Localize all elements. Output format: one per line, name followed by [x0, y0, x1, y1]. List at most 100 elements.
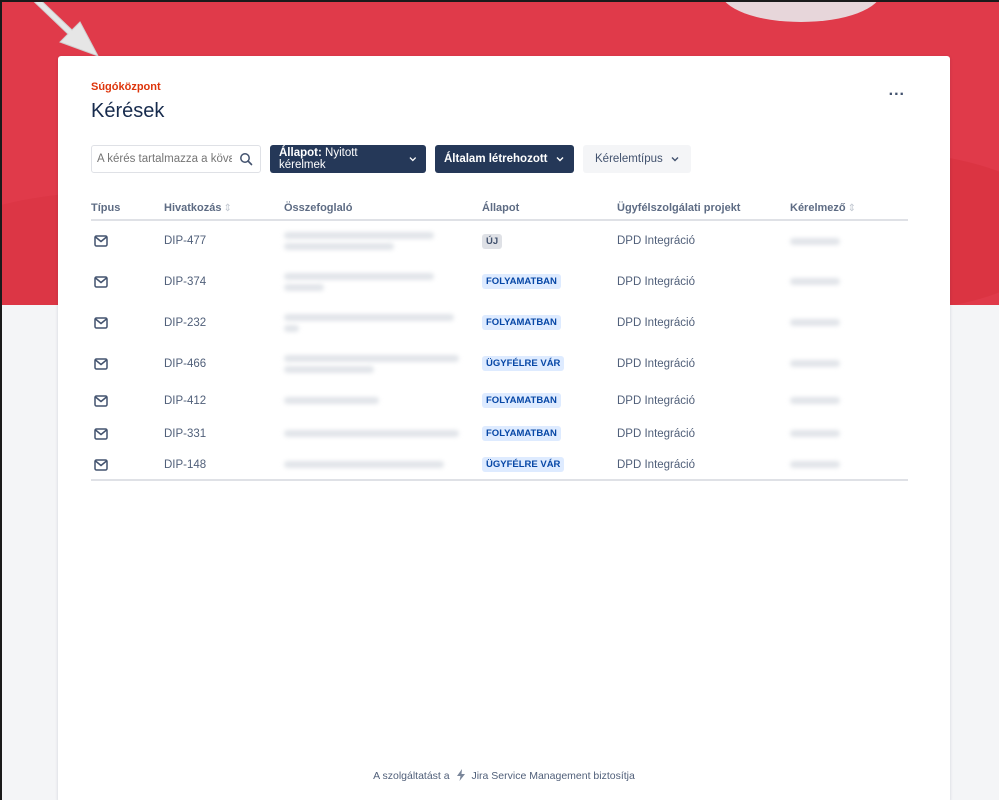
status-cell: ÚJ: [482, 220, 617, 261]
requester-cell: [790, 450, 908, 481]
redacted-text: [284, 354, 459, 362]
redacted-text: [790, 461, 840, 468]
requester-cell: [790, 302, 908, 343]
project-cell: DPD Integráció: [617, 427, 695, 440]
redacted-text: [284, 461, 444, 468]
page-title: Kérések: [91, 100, 165, 122]
status-filter-button[interactable]: Állapot: Nyitott kérelmek: [270, 145, 426, 173]
more-icon[interactable]: ...: [889, 82, 905, 100]
summary-cell[interactable]: [284, 450, 482, 481]
redacted-text: [790, 430, 840, 437]
table-row[interactable]: DIP-412 FOLYAMATBAN DPD Integráció: [91, 384, 908, 417]
sort-icon: ⇕: [223, 202, 232, 214]
requester-cell: [790, 417, 908, 450]
redacted-text: [790, 397, 840, 404]
status-filter-label: Állapot: Nyitott kérelmek: [279, 147, 401, 171]
app-window: Súgóközpont Kérések ... Állapot: Nyitott…: [0, 0, 999, 800]
status-cell: FOLYAMATBAN: [482, 302, 617, 343]
column-header-requester[interactable]: Kérelmező ⇕: [790, 196, 908, 221]
column-header-requester-label: Kérelmező: [790, 201, 846, 214]
summary-cell[interactable]: [284, 302, 482, 343]
status-cell: FOLYAMATBAN: [482, 417, 617, 450]
status-cell: ÜGYFÉLRE VÁR: [482, 343, 617, 384]
requests-card: Súgóközpont Kérések ... Állapot: Nyitott…: [58, 56, 950, 800]
summary-cell[interactable]: [284, 417, 482, 450]
banner-decoration: [721, 2, 881, 22]
redacted-text: [790, 360, 840, 367]
status-badge: FOLYAMATBAN: [482, 426, 561, 441]
status-badge: FOLYAMATBAN: [482, 315, 561, 330]
status-badge: ÜGYFÉLRE VÁR: [482, 457, 565, 472]
table-row[interactable]: DIP-477 ÚJ DPD Integráció: [91, 220, 908, 261]
status-filter-prefix: Állapot:: [279, 147, 322, 159]
table-row[interactable]: DIP-148 ÜGYFÉLRE VÁR DPD Integráció: [91, 450, 908, 481]
mail-icon: [94, 458, 108, 471]
type-cell: [91, 384, 164, 417]
reference-link[interactable]: DIP-331: [164, 417, 284, 450]
reference-link[interactable]: DIP-232: [164, 302, 284, 343]
reference-link[interactable]: DIP-477: [164, 220, 284, 261]
mail-icon: [94, 394, 108, 407]
redacted-text: [790, 237, 840, 245]
table-row[interactable]: DIP-232 FOLYAMATBAN DPD Integráció: [91, 302, 908, 343]
table-row[interactable]: DIP-374 FOLYAMATBAN DPD Integráció: [91, 261, 908, 302]
sort-icon: ⇕: [847, 202, 857, 214]
footer: A szolgáltatást a Jira Service Managemen…: [58, 769, 950, 782]
status-badge: FOLYAMATBAN: [482, 393, 561, 408]
mail-icon: [94, 275, 108, 288]
redacted-text: [284, 243, 394, 250]
search-input[interactable]: [92, 147, 232, 171]
project-cell: DPD Integráció: [617, 275, 695, 288]
reference-link[interactable]: DIP-466: [164, 343, 284, 384]
mail-icon: [94, 316, 108, 329]
mail-icon: [94, 427, 108, 440]
redacted-text: [284, 397, 379, 404]
status-badge: ÚJ: [482, 233, 503, 249]
search-icon[interactable]: [239, 152, 253, 166]
jira-icon: [456, 769, 465, 781]
breadcrumb[interactable]: Súgóközpont: [91, 81, 161, 93]
redacted-text: [790, 278, 840, 285]
requests-table: Típus Hivatkozás ⇕ Összefoglaló Állapot Ü…: [91, 196, 908, 481]
type-cell: [91, 343, 164, 384]
status-badge: ÜGYFÉLRE VÁR: [482, 356, 565, 371]
chevron-down-icon: [556, 157, 564, 162]
chevron-down-icon: [409, 157, 417, 162]
redacted-text: [284, 313, 454, 321]
request-type-filter-button[interactable]: Kérelemtípus: [583, 145, 691, 173]
project-cell: DPD Integráció: [617, 235, 695, 247]
summary-cell[interactable]: [284, 261, 482, 302]
redacted-text: [284, 283, 324, 291]
reference-link[interactable]: DIP-412: [164, 384, 284, 417]
reference-link[interactable]: DIP-374: [164, 261, 284, 302]
column-header-reference-label: Hivatkozás: [164, 201, 222, 214]
created-by-filter-label: Általam létrehozott: [444, 153, 548, 165]
summary-cell[interactable]: [284, 384, 482, 417]
redacted-text: [790, 319, 840, 326]
requester-cell: [790, 261, 908, 302]
project-cell: DPD Integráció: [617, 316, 695, 329]
filter-bar: Állapot: Nyitott kérelmek Általam létreh…: [91, 145, 691, 173]
type-cell: [91, 417, 164, 450]
column-header-status: Állapot: [482, 196, 617, 221]
column-header-project: Ügyfélszolgálati projekt: [617, 196, 790, 221]
table-row[interactable]: DIP-331 FOLYAMATBAN DPD Integráció: [91, 417, 908, 450]
requester-cell: [790, 220, 908, 261]
redacted-text: [284, 430, 459, 437]
requester-cell: [790, 343, 908, 384]
status-cell: FOLYAMATBAN: [482, 384, 617, 417]
type-cell: [91, 220, 164, 261]
project-cell: DPD Integráció: [617, 357, 695, 370]
requester-cell: [790, 384, 908, 417]
reference-link[interactable]: DIP-148: [164, 450, 284, 481]
summary-cell[interactable]: [284, 220, 482, 261]
footer-prefix: A szolgáltatást a: [373, 770, 450, 782]
redacted-text: [284, 272, 434, 280]
created-by-filter-button[interactable]: Általam létrehozott: [435, 145, 574, 173]
summary-cell[interactable]: [284, 343, 482, 384]
column-header-type: Típus: [91, 196, 164, 221]
column-header-reference[interactable]: Hivatkozás ⇕: [164, 196, 284, 221]
redacted-text: [284, 232, 434, 239]
footer-link[interactable]: Jira Service Management biztosítja: [471, 770, 634, 782]
table-row[interactable]: DIP-466 ÜGYFÉLRE VÁR DPD Integráció: [91, 343, 908, 384]
